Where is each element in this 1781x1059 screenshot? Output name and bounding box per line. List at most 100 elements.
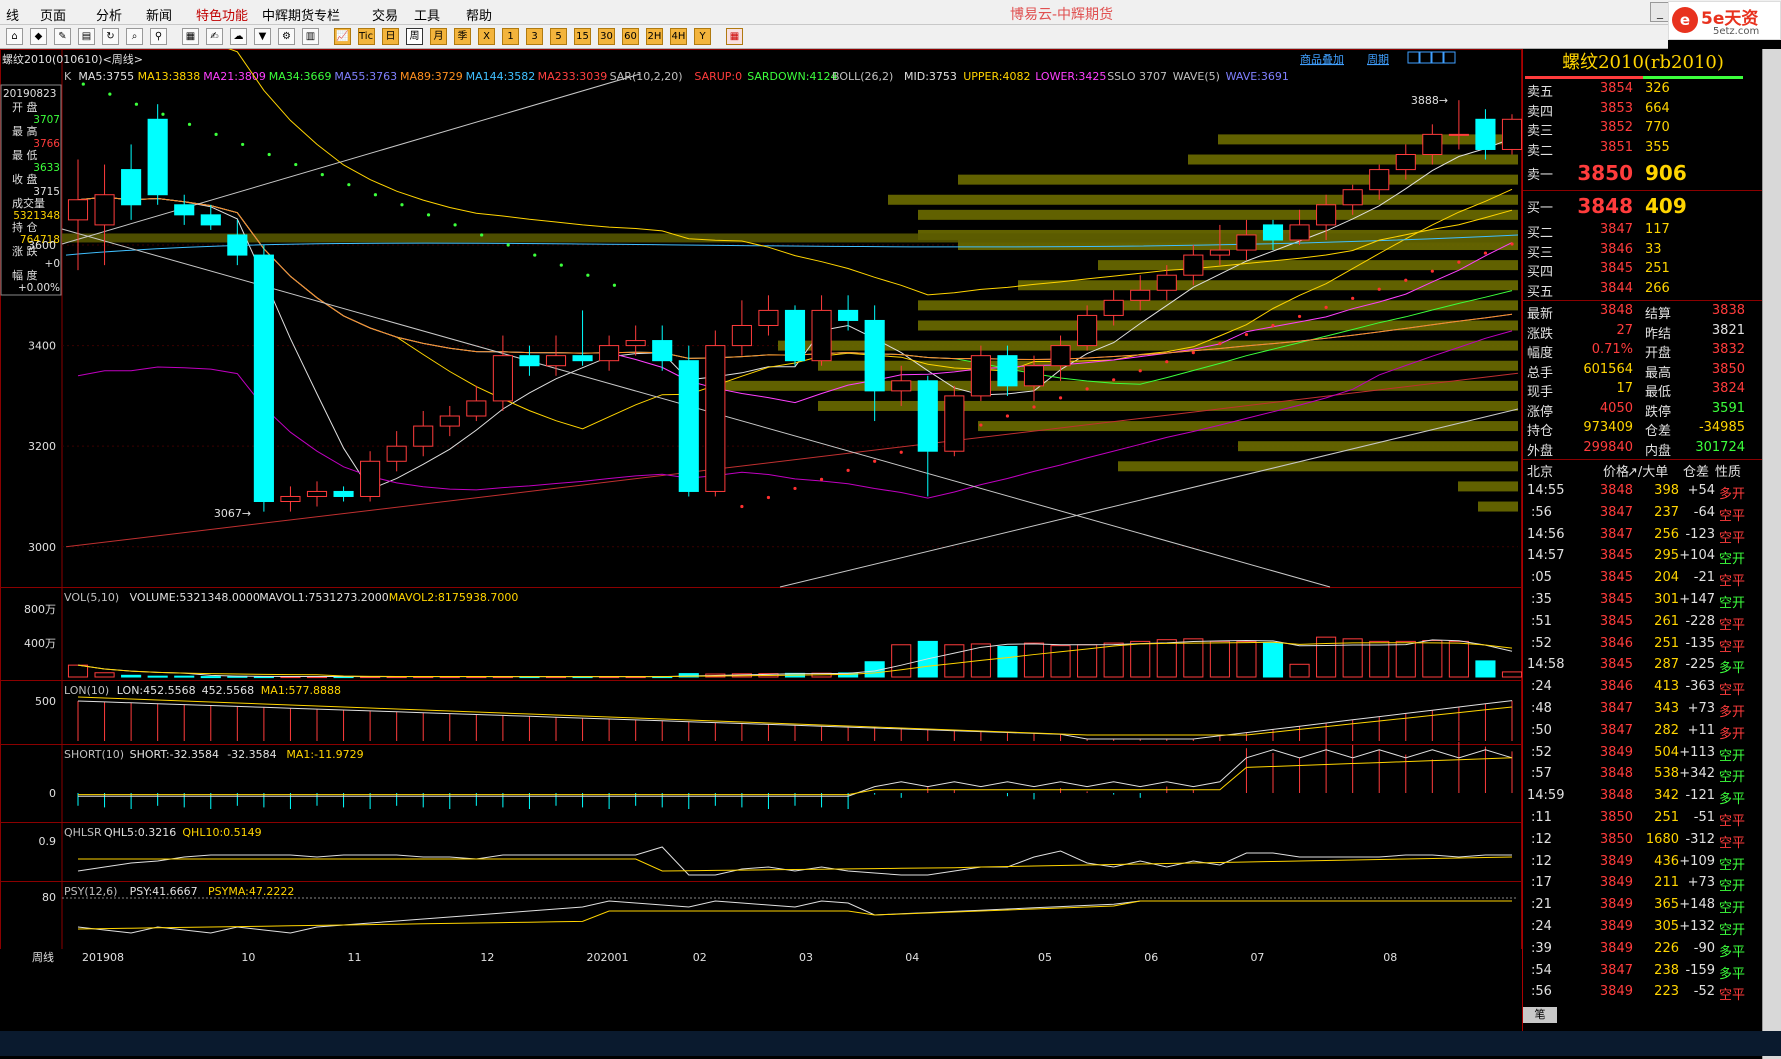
toolbar-button-5[interactable]: ⌕ (126, 28, 143, 45)
bid-row-0-cell-1: 3848 (1577, 194, 1633, 218)
toolbar-button-27[interactable]: 4H (670, 28, 687, 45)
scrollbar[interactable] (1762, 49, 1781, 1059)
sar-dot-r-30 (846, 468, 850, 472)
ask-row-4-cell-1: 3850 (1577, 161, 1633, 185)
time-tick-10: 07 (1250, 951, 1264, 964)
toolbar-button-11[interactable]: ⚙ (278, 28, 295, 45)
tick-row-16-cell-3: -312 (1685, 831, 1715, 847)
toolbar-button-29[interactable]: ▦ (726, 28, 743, 45)
ask-row-3-cell-0: 卖二 (1527, 143, 1554, 159)
tick-row-21-cell-2: 226 (1654, 940, 1679, 956)
toolbar-button-16[interactable]: 周 (406, 28, 423, 45)
sar-dot-19 (586, 273, 590, 277)
volume-bar-43 (1209, 640, 1230, 678)
candle-body-18 (545, 355, 567, 367)
toolbar-button-3[interactable]: ▤ (78, 28, 95, 45)
ma-legend-5: MA55:3763 (334, 70, 397, 83)
toolbar-button-7[interactable]: ▦ (182, 28, 199, 45)
low-annotation: 3067→ (214, 507, 251, 520)
toolbar-button-19[interactable]: X (478, 28, 495, 45)
toolbar-button-13[interactable]: 📈 (334, 28, 351, 45)
tick-row-3: 14:57 3845 295 +104 空开 (1523, 548, 1762, 567)
candle-body-54 (1501, 118, 1522, 150)
quote-footer[interactable]: 笔 (1523, 1007, 1557, 1023)
tick-row-8: 14:58 3845 287 -225 多平 (1523, 657, 1762, 676)
sar-dot-6 (241, 142, 245, 147)
brand-logo: e 5e天资 5etz.com (1668, 1, 1781, 40)
menu-1[interactable]: 页面 (40, 5, 66, 24)
toolbar-button-28[interactable]: Y (694, 28, 711, 45)
tick-row-15-cell-0: :11 (1531, 810, 1552, 825)
tick-row-0-cell-4: 多开 (1719, 487, 1746, 502)
candle-body-4 (174, 204, 195, 216)
menu-8[interactable]: 帮助 (466, 5, 492, 24)
toolbar-button-22[interactable]: 5 (550, 28, 567, 45)
toolbar-button-23[interactable]: 15 (574, 28, 591, 45)
toolbar-button-14[interactable]: Tick (358, 28, 375, 45)
tick-row-9-cell-4: 空平 (1719, 683, 1746, 699)
candle-body-23 (678, 360, 699, 492)
toolbar-button-18[interactable]: 季 (454, 28, 471, 45)
time-tick-4: 202001 (587, 951, 629, 964)
volume-bar-50 (1395, 640, 1416, 678)
bid-row-0: 买一 3848 409 (1523, 194, 1762, 218)
toolbar-button-24[interactable]: 30 (598, 28, 615, 45)
toolbar-button-21[interactable]: 3 (526, 28, 543, 45)
stat-row-6: 持仓 973409 仓差 -34985 (1523, 420, 1762, 439)
toolbar-button-9[interactable]: ☁ (230, 28, 247, 45)
menu-4[interactable]: 特色功能 (196, 5, 248, 24)
tick-row-9-cell-1: 3846 (1599, 679, 1633, 695)
psy-line (77, 900, 1512, 934)
tick-row-11-cell-4: 多开 (1719, 726, 1746, 742)
sar-dot-7 (267, 152, 271, 157)
menu-3[interactable]: 新闻 (146, 5, 172, 24)
menu-0[interactable]: 线 (6, 5, 19, 24)
tick-row-3-cell-0: 14:57 (1527, 548, 1565, 564)
tick-row-3-cell-2: 295 (1654, 548, 1679, 564)
tick-row-21-cell-4: 多平 (1719, 944, 1746, 960)
toolbar-button-4[interactable]: ↻ (102, 28, 119, 45)
tick-row-13: :57 3848 538 +342 空开 (1523, 766, 1762, 785)
tick-row-23-cell-4: 空平 (1719, 988, 1746, 1004)
toolbar-button-26[interactable]: 2H (646, 28, 663, 45)
menu-5[interactable]: 中辉期货专栏 (262, 5, 340, 24)
info-label-0: 开 盘 (12, 100, 38, 114)
toolbar-button-2[interactable]: ✎ (54, 28, 71, 45)
sar-dot-8 (294, 162, 298, 167)
tick-row-11-cell-0: :50 (1531, 722, 1552, 738)
tick-separator (1523, 459, 1762, 460)
menu-7[interactable]: 工具 (414, 5, 440, 24)
volume-bar-49 (1369, 640, 1390, 678)
toolbar-button-12[interactable]: ▥ (302, 28, 319, 45)
tick-row-9-cell-0: :24 (1531, 679, 1552, 695)
toolbar-button-0[interactable]: ⌂ (6, 28, 23, 45)
tick-row-12-cell-0: :52 (1531, 744, 1552, 760)
tick-row-19-cell-3: +148 (1679, 897, 1715, 913)
tick-row-16-cell-0: :12 (1531, 831, 1552, 847)
brand-url: 5etz.com (1713, 26, 1760, 37)
toolbar-button-25[interactable]: 60 (622, 28, 639, 45)
ask-row-0-cell-2: 326 (1645, 81, 1670, 96)
toolbar-button-20[interactable]: 1 (502, 28, 519, 45)
toolbar-button-10[interactable]: ▼ (254, 28, 271, 45)
toolbar-button-17[interactable]: 月 (430, 28, 447, 45)
tick-row-6: :51 3845 261 -228 空平 (1523, 614, 1762, 633)
candle-body-3 (147, 118, 168, 196)
menu-2[interactable]: 分析 (96, 5, 122, 24)
toolbar-button-1[interactable]: ◆ (30, 28, 47, 45)
menu-6[interactable]: 交易 (372, 5, 398, 24)
toolbar-button-6[interactable]: ⚲ (150, 28, 167, 45)
toolbar-button-8[interactable]: ✍ (206, 28, 223, 45)
stat-row-7-cell-3: 301724 (1695, 439, 1745, 455)
stat-row-3-cell-0: 总手 (1527, 365, 1554, 381)
ma-legend-15: LOWER:3425 (1035, 70, 1106, 83)
ask-row-3: 卖二 3851 355 (1523, 140, 1762, 159)
ma-legend-12: BOLL(26,2) (832, 70, 893, 83)
kline-chart[interactable]: 螺纹2010(010610)<周线> 商品叠加 周期 K MA5:3755 MA13:38… (0, 49, 1522, 1031)
sar-dot-r-28 (793, 486, 797, 491)
candle-body-34 (970, 355, 991, 397)
minimize-button[interactable]: _ (1650, 2, 1670, 22)
nav-btn-3 (1443, 51, 1456, 64)
volume-profile-bar-4 (918, 209, 1518, 220)
toolbar-button-15[interactable]: 日 (382, 28, 399, 45)
